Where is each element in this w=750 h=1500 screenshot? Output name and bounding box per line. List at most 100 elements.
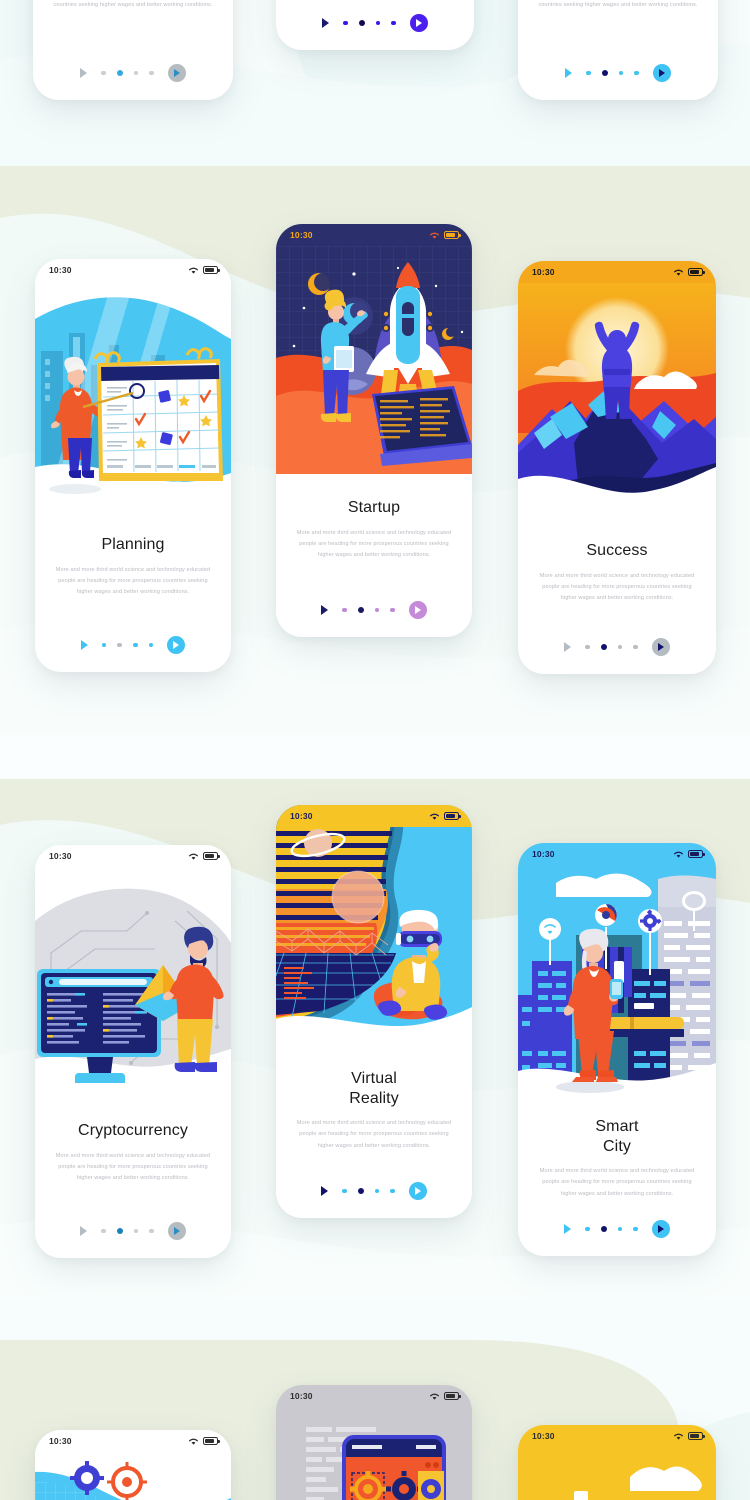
prev-arrow-icon[interactable] <box>80 640 88 650</box>
next-arrow-icon[interactable] <box>651 1220 670 1238</box>
pagination-dot[interactable] <box>133 642 138 648</box>
next-arrow-icon[interactable] <box>167 636 186 654</box>
phone-card-smart-city[interactable]: 10:30 Smart City More and more third wor… <box>518 843 716 1256</box>
pagination-cryptocurrency[interactable] <box>35 1222 231 1258</box>
screen-description: More and more third world science and te… <box>296 529 452 559</box>
next-arrow-icon[interactable] <box>167 1222 186 1240</box>
status-indicators <box>673 268 705 277</box>
pagination-dot[interactable] <box>586 70 591 76</box>
pagination-dot[interactable] <box>342 607 347 613</box>
bottom-left-artwork <box>35 1452 231 1500</box>
pagination-dot[interactable] <box>375 20 381 26</box>
screen-title-line-1: Virtual <box>351 1070 397 1087</box>
pagination-dot[interactable] <box>618 70 624 76</box>
next-arrow-icon[interactable] <box>408 1182 427 1200</box>
pagination-dot[interactable] <box>390 1188 395 1194</box>
pagination-dot[interactable] <box>585 644 590 650</box>
pagination-dot[interactable] <box>633 1226 638 1232</box>
phone-card-startup[interactable]: 10:30 Startup More and more third world … <box>276 224 472 637</box>
prev-arrow-icon[interactable] <box>565 68 573 78</box>
pagination-top-left[interactable] <box>33 64 233 100</box>
illustration-virtual-reality <box>276 805 472 1055</box>
pagination-dot-active[interactable] <box>116 1228 123 1234</box>
pagination-dot[interactable] <box>374 607 380 613</box>
pagination-dot[interactable] <box>617 644 623 650</box>
copy-block-virtual-reality: Virtual Reality More and more third worl… <box>276 1055 472 1182</box>
prev-arrow-icon[interactable] <box>322 18 330 28</box>
copy-block-startup: Startup More and more third world scienc… <box>276 474 472 601</box>
next-arrow-icon[interactable] <box>651 638 670 656</box>
planning-artwork <box>35 281 231 509</box>
dots-group <box>585 644 638 650</box>
status-time: 10:30 <box>290 230 313 240</box>
screen-description: More and more third world science and te… <box>55 1152 211 1182</box>
pagination-dot[interactable] <box>633 644 638 650</box>
pagination-dot[interactable] <box>390 607 395 613</box>
pagination-success[interactable] <box>518 638 716 674</box>
pagination-smart-city[interactable] <box>518 1220 716 1256</box>
phone-card-planning[interactable]: 10:30 Planning More and more third world… <box>35 259 231 672</box>
phone-card-bottom-left[interactable]: 10:30 <box>35 1430 231 1500</box>
pagination-dot[interactable] <box>634 70 639 76</box>
next-arrow-icon[interactable] <box>167 64 186 82</box>
prev-arrow-icon[interactable] <box>80 1226 88 1236</box>
pagination-dot-active[interactable] <box>358 20 365 26</box>
pagination-dot[interactable] <box>617 1226 623 1232</box>
pagination-top-mid[interactable] <box>276 14 474 50</box>
pagination-dot-active[interactable] <box>600 1226 607 1232</box>
pagination-dot[interactable] <box>149 1228 154 1234</box>
screen-title: Planning <box>101 536 165 553</box>
copy-block-success: Success More and more third world scienc… <box>518 511 716 638</box>
pagination-startup[interactable] <box>276 601 472 637</box>
phone-card-top-left[interactable]: countries seeking higher wages and bette… <box>33 0 233 100</box>
prev-arrow-icon[interactable] <box>321 605 329 615</box>
status-indicators <box>188 266 220 275</box>
pagination-dot[interactable] <box>133 1228 139 1234</box>
status-bar: 10:30 <box>276 224 472 246</box>
pagination-dot-active[interactable] <box>117 642 122 648</box>
screen-description: More and more third world science and te… <box>539 572 695 602</box>
startup-artwork <box>276 246 472 474</box>
pagination-dot-active[interactable] <box>357 1188 364 1194</box>
copy-block-cryptocurrency: Cryptocurrency More and more third world… <box>35 1095 231 1222</box>
phone-card-cryptocurrency[interactable]: 10:30 Cryptocurrency More and more third… <box>35 845 231 1258</box>
phone-card-bottom-mid[interactable]: 10:30 <box>276 1385 472 1500</box>
illustration-startup <box>276 246 472 474</box>
pagination-dot[interactable] <box>101 1228 106 1234</box>
pagination-planning[interactable] <box>35 636 231 672</box>
prev-arrow-icon[interactable] <box>80 68 88 78</box>
pagination-dot[interactable] <box>343 20 348 26</box>
next-arrow-icon[interactable] <box>409 14 428 32</box>
next-arrow-icon[interactable] <box>408 601 427 619</box>
pagination-dot[interactable] <box>101 642 107 648</box>
prev-arrow-icon[interactable] <box>321 1186 329 1196</box>
phone-card-top-right[interactable]: countries seeking higher wages and bette… <box>518 0 718 100</box>
pagination-dot[interactable] <box>148 642 154 648</box>
pagination-dot[interactable] <box>391 20 396 26</box>
pagination-dot-active[interactable] <box>357 607 364 613</box>
phone-card-virtual-reality[interactable]: 10:30 Virtual Reality More and more thir… <box>276 805 472 1218</box>
pagination-dot[interactable] <box>133 70 139 76</box>
phone-card-bottom-right[interactable]: 10:30 <box>518 1425 716 1500</box>
pagination-dot[interactable] <box>149 70 154 76</box>
smart-city-artwork <box>518 865 716 1105</box>
pagination-dot-active[interactable] <box>116 70 123 76</box>
pagination-dot[interactable] <box>374 1188 380 1194</box>
illustration-bottom-right <box>518 1447 716 1500</box>
illustration-cryptocurrency <box>35 867 231 1095</box>
pagination-dot[interactable] <box>101 70 106 76</box>
pagination-virtual-reality[interactable] <box>276 1182 472 1218</box>
phone-card-top-mid[interactable] <box>276 0 474 50</box>
pagination-top-right[interactable] <box>518 64 718 100</box>
prev-arrow-icon[interactable] <box>564 642 572 652</box>
pagination-dot[interactable] <box>342 1188 347 1194</box>
status-bar: 10:30 <box>35 259 231 281</box>
next-arrow-icon[interactable] <box>652 64 671 82</box>
pagination-dot[interactable] <box>585 1226 590 1232</box>
pagination-dot-active[interactable] <box>600 644 607 650</box>
wifi-icon <box>189 267 198 274</box>
phone-card-success[interactable]: 10:30 Success More and more third world … <box>518 261 716 674</box>
pagination-dot-active[interactable] <box>601 70 608 76</box>
prev-arrow-icon[interactable] <box>564 1224 572 1234</box>
copy-block-top-right: countries seeking higher wages and bette… <box>518 0 718 64</box>
